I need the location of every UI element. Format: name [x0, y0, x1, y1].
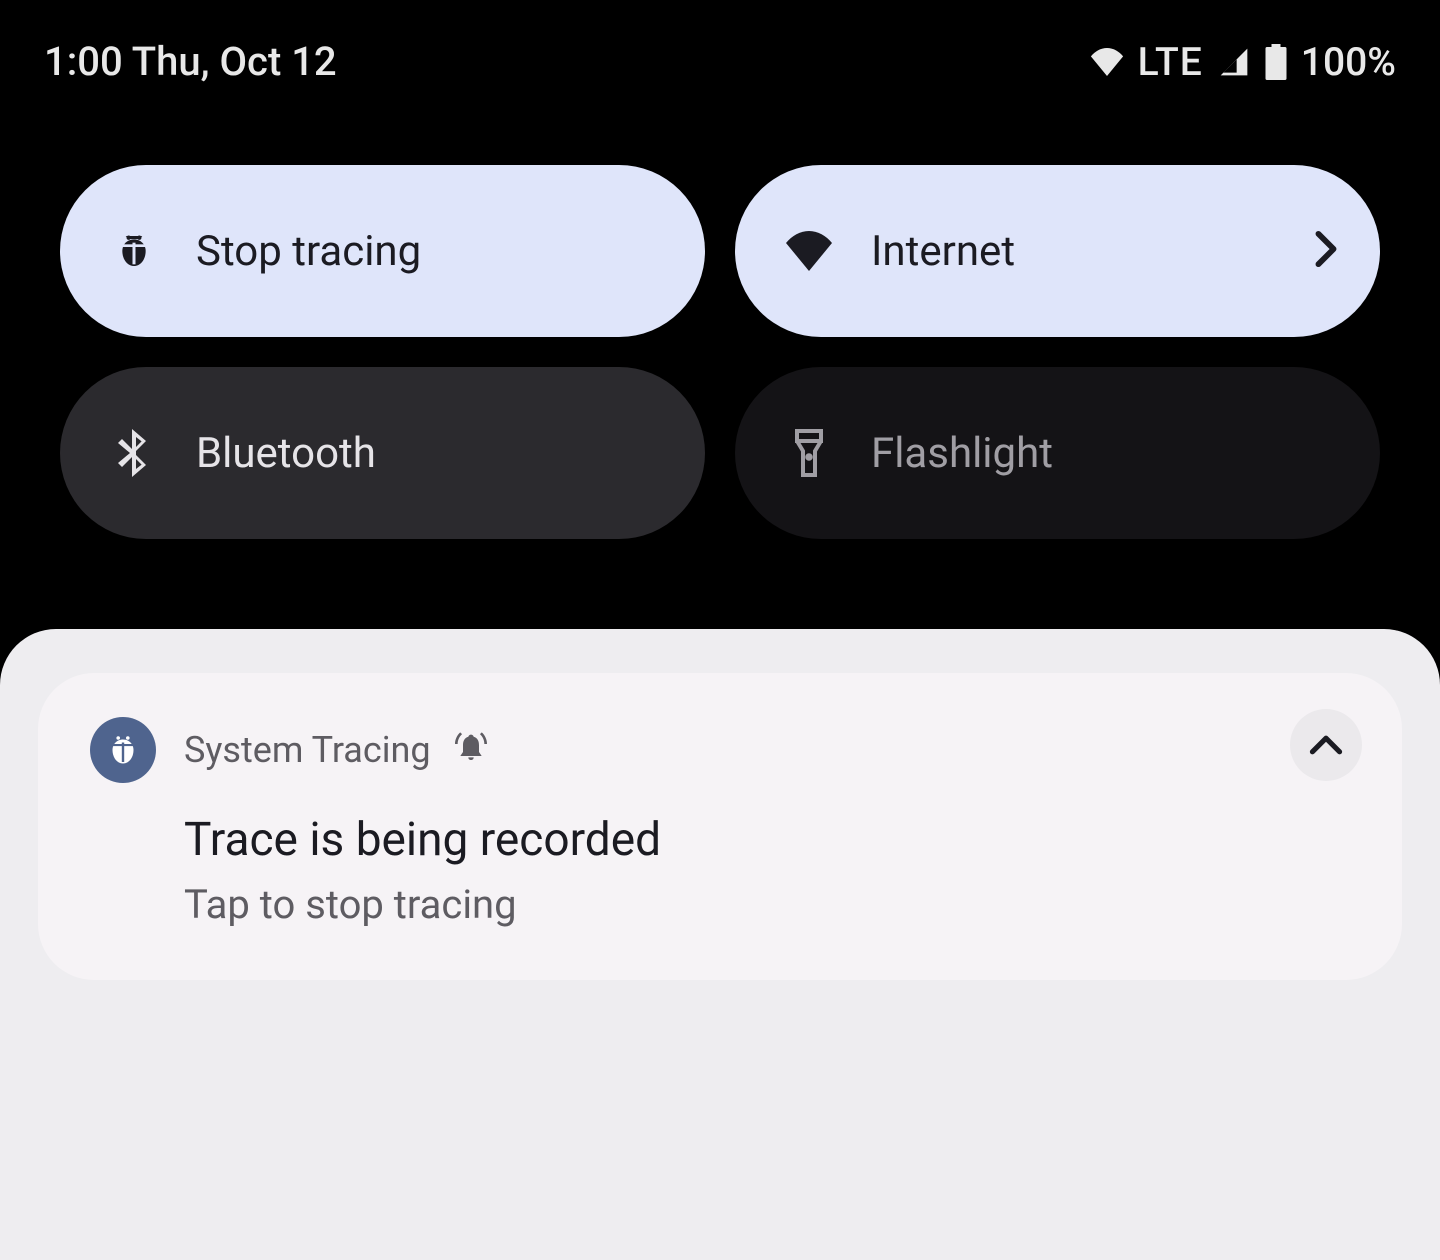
- wifi-icon: [785, 227, 833, 275]
- chevron-right-icon: [1314, 230, 1338, 272]
- wifi-status-icon: [1090, 48, 1124, 76]
- status-right: LTE 100%: [1090, 39, 1396, 85]
- tile-label: Flashlight: [871, 429, 1330, 478]
- cellular-signal-icon: [1217, 46, 1251, 78]
- notification-body: Trace is being recorded Tap to stop trac…: [90, 783, 1350, 928]
- flashlight-icon: [785, 429, 833, 477]
- notification-title: Trace is being recorded: [184, 813, 1350, 867]
- battery-icon: [1265, 44, 1287, 80]
- notification-panel: System Tracing Trace is being recorded T…: [0, 629, 1440, 1260]
- bluetooth-icon: [110, 429, 158, 477]
- bug-icon: [110, 227, 158, 275]
- network-type-label: LTE: [1138, 39, 1203, 85]
- bell-alert-icon: [455, 732, 487, 768]
- chevron-up-icon: [1309, 734, 1343, 756]
- battery-percent-label: 100%: [1301, 39, 1396, 85]
- stop-tracing-tile[interactable]: Stop tracing: [60, 165, 705, 337]
- tile-label: Internet: [871, 227, 1330, 276]
- tile-label: Stop tracing: [196, 227, 655, 276]
- notification-card[interactable]: System Tracing Trace is being recorded T…: [38, 673, 1402, 980]
- flashlight-tile[interactable]: Flashlight: [735, 367, 1380, 539]
- quick-settings-tiles: Stop tracing Internet Bluetooth: [0, 105, 1440, 539]
- notification-header: System Tracing: [90, 717, 1350, 783]
- app-icon-bug: [90, 717, 156, 783]
- notification-app-name: System Tracing: [184, 729, 431, 771]
- internet-tile[interactable]: Internet: [735, 165, 1380, 337]
- bluetooth-tile[interactable]: Bluetooth: [60, 367, 705, 539]
- tile-label: Bluetooth: [196, 429, 655, 478]
- collapse-button[interactable]: [1290, 709, 1362, 781]
- status-time-date: 1:00 Thu, Oct 12: [44, 38, 337, 85]
- notification-subtitle: Tap to stop tracing: [184, 881, 1350, 928]
- status-bar: 1:00 Thu, Oct 12 LTE 100%: [0, 0, 1440, 105]
